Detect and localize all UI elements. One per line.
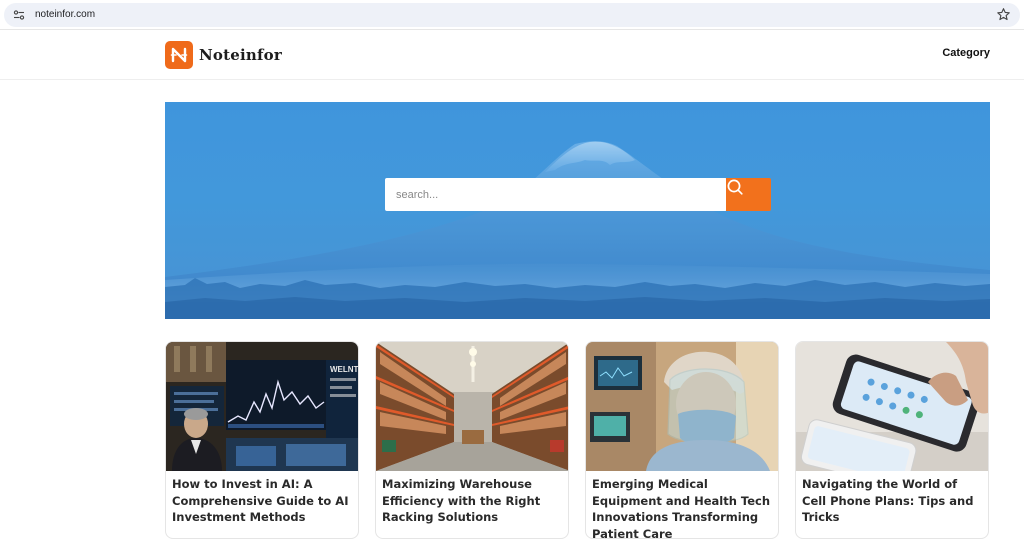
article-title[interactable]: Emerging Medical Equipment and Health Te… <box>592 476 774 538</box>
logo-n-icon <box>165 41 193 69</box>
article-thumbnail[interactable] <box>796 342 988 471</box>
warehouse-photo-icon <box>376 342 568 471</box>
article-card[interactable]: Navigating the World of Cell Phone Plans… <box>795 341 989 539</box>
article-thumbnail[interactable] <box>376 342 568 471</box>
nav-category-link[interactable]: Category <box>942 47 990 59</box>
url-text[interactable]: noteinfor.com <box>35 8 95 22</box>
article-thumbnail[interactable]: WELNT <box>166 342 359 471</box>
article-grid: WELNT How to Invest in AI: A Comprehensi… <box>165 341 990 541</box>
article-card[interactable]: WELNT How to Invest in AI: A Comprehensi… <box>165 341 359 539</box>
site-logo[interactable]: Noteinfor <box>165 41 282 69</box>
bookmark-star-icon[interactable] <box>996 7 1011 22</box>
search-box <box>385 178 727 211</box>
browser-toolbar: noteinfor.com <box>0 0 1024 30</box>
article-title[interactable]: Maximizing Warehouse Efficiency with the… <box>382 476 564 526</box>
site-info-icon[interactable] <box>12 8 26 22</box>
address-bar[interactable]: noteinfor.com <box>4 3 1020 27</box>
stock-market-photo-icon: WELNT <box>166 342 359 471</box>
article-card[interactable]: Maximizing Warehouse Efficiency with the… <box>375 341 569 539</box>
smartphone-photo-icon <box>796 342 988 471</box>
hero-banner <box>165 102 990 319</box>
search-icon <box>727 179 743 195</box>
article-title[interactable]: How to Invest in AI: A Comprehensive Gui… <box>172 476 354 526</box>
medical-worker-photo-icon <box>586 342 778 471</box>
logo-text: Noteinfor <box>199 46 282 64</box>
search-button[interactable] <box>726 178 771 211</box>
site-header: Noteinfor Category <box>0 30 1024 80</box>
screen-text: WELNT <box>330 365 359 374</box>
article-title[interactable]: Navigating the World of Cell Phone Plans… <box>802 476 984 526</box>
article-thumbnail[interactable] <box>586 342 778 471</box>
search-input[interactable] <box>385 178 727 211</box>
article-card[interactable]: Emerging Medical Equipment and Health Te… <box>585 341 779 539</box>
